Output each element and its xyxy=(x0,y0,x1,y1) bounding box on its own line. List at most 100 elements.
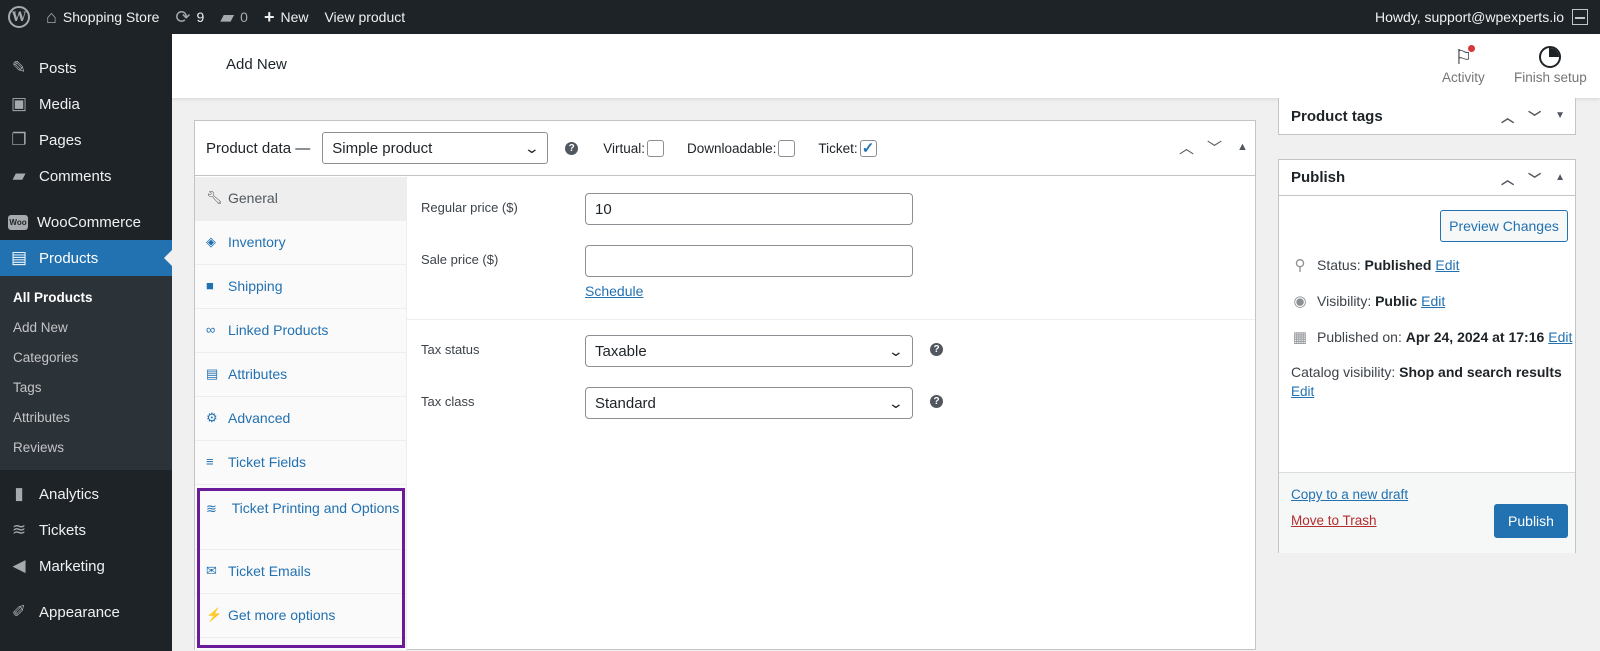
tab-ticket-printing[interactable]: ≋ Ticket Printing and Options xyxy=(195,485,406,550)
sidebar-item-label: Appearance xyxy=(39,603,120,621)
sidebar-item-products[interactable]: ▤ Products xyxy=(0,240,172,276)
product-data-header: Product data — Simple product ⌄ ? Virtua… xyxy=(195,121,1255,176)
publish-button[interactable]: Publish xyxy=(1494,504,1568,538)
view-product-label: View product xyxy=(324,9,406,25)
product-type-select[interactable]: Simple product ⌄ xyxy=(322,132,549,164)
tax-status-help-icon[interactable]: ? xyxy=(930,343,943,356)
sidebar-item-comments[interactable]: ▰ Comments xyxy=(0,158,172,194)
tab-label: Inventory xyxy=(228,234,286,250)
updates-link[interactable]: ⟳ 9 xyxy=(167,0,212,34)
publish-title: Publish xyxy=(1291,169,1346,186)
sidebar-item-pages[interactable]: ❐ Pages xyxy=(0,122,172,158)
product-tags-header[interactable]: Product tags ︿ ﹀ ▼ xyxy=(1279,98,1575,134)
downloadable-label: Downloadable: xyxy=(687,140,777,156)
product-data-title: Product data — xyxy=(206,139,311,157)
tickets-icon: ≋ xyxy=(11,520,27,539)
tab-ticket-emails[interactable]: ✉ Ticket Emails xyxy=(195,550,406,594)
submenu-tags[interactable]: Tags xyxy=(0,373,172,403)
sale-price-input[interactable] xyxy=(585,245,913,277)
home-icon: ⌂ xyxy=(46,7,57,27)
product-data-box: Product data — Simple product ⌄ ? Virtua… xyxy=(194,120,1256,650)
edit-catalog-visibility-link[interactable]: Edit xyxy=(1291,384,1314,399)
wrench-icon: 🔧︎ xyxy=(206,190,223,205)
submenu-reviews[interactable]: Reviews xyxy=(0,433,172,463)
ticket-label: Ticket: xyxy=(818,140,858,156)
submenu-attributes[interactable]: Attributes xyxy=(0,403,172,433)
move-up-icon[interactable]: ︿ xyxy=(1179,137,1194,158)
page-header: Add New ⚐ Activity Finish setup xyxy=(172,34,1600,98)
finish-setup-button[interactable]: Finish setup xyxy=(1514,44,1587,85)
edit-visibility-link[interactable]: Edit xyxy=(1421,293,1445,309)
help-icon[interactable]: ? xyxy=(565,141,579,155)
finish-setup-label: Finish setup xyxy=(1514,70,1587,85)
tab-label: Ticket Fields xyxy=(228,454,307,470)
tab-general[interactable]: 🔧︎ General xyxy=(195,177,406,221)
visibility-row: ◉ Visibility: Public Edit xyxy=(1291,292,1445,310)
tax-status-select[interactable]: Taxable ⌄ xyxy=(585,335,913,367)
tab-advanced[interactable]: ⚙ Advanced xyxy=(195,397,406,441)
my-account-link[interactable]: Howdy, support@wpexperts.io xyxy=(1367,0,1564,34)
check-icon: ✓ xyxy=(861,140,875,157)
tab-ticket-fields[interactable]: ≡ Ticket Fields xyxy=(195,441,406,485)
catalog-visibility-row: Catalog visibility: Shop and search resu… xyxy=(1291,364,1562,380)
publish-header[interactable]: Publish ︿ ﹀ ▲ xyxy=(1279,160,1575,196)
virtual-checkbox[interactable] xyxy=(647,139,665,157)
howdy-label: Howdy, support@wpexperts.io xyxy=(1374,9,1564,25)
submenu-add-new[interactable]: Add New xyxy=(0,313,172,343)
envelope-icon: ✉ xyxy=(206,563,217,578)
regular-price-input[interactable]: 10 xyxy=(585,193,913,225)
pin-icon: ✎ xyxy=(11,58,27,77)
move-up-icon[interactable]: ︿ xyxy=(1501,169,1514,188)
collapse-toggle-icon[interactable]: ▲ xyxy=(1555,169,1565,188)
move-down-icon[interactable]: ﹀ xyxy=(1528,169,1541,188)
menu-lines-icon: ≡ xyxy=(206,454,214,469)
product-type-value: Simple product xyxy=(332,139,433,157)
site-name-link[interactable]: ⌂ Shopping Store xyxy=(38,0,167,34)
tab-inventory[interactable]: ◈ Inventory xyxy=(195,221,406,265)
plug-icon: ⚡ xyxy=(206,607,223,622)
sidebar-item-woocommerce[interactable]: Woo WooCommerce xyxy=(0,204,172,240)
sidebar-item-marketing[interactable]: ◀ Marketing xyxy=(0,548,172,584)
sidebar-item-media[interactable]: ▣ Media xyxy=(0,86,172,122)
move-down-icon[interactable]: ﹀ xyxy=(1528,107,1541,126)
move-down-icon[interactable]: ﹀ xyxy=(1207,137,1222,158)
move-to-trash-link[interactable]: Move to Trash xyxy=(1291,513,1377,528)
edit-date-link[interactable]: Edit xyxy=(1548,329,1572,345)
view-product-link[interactable]: View product xyxy=(316,0,413,34)
sidebar-item-appearance[interactable]: ✐ Appearance xyxy=(0,594,172,630)
new-content-link[interactable]: + New xyxy=(256,0,317,34)
wordpress-logo-button[interactable]: W xyxy=(0,0,38,34)
preview-changes-button[interactable]: Preview Changes xyxy=(1440,210,1568,242)
schedule-link[interactable]: Schedule xyxy=(585,283,643,299)
expand-toggle-icon[interactable]: ▼ xyxy=(1555,107,1565,126)
move-up-icon[interactable]: ︿ xyxy=(1501,107,1514,126)
submenu-all-products[interactable]: All Products xyxy=(0,283,172,313)
tab-get-more-options[interactable]: ⚡ Get more options xyxy=(195,594,406,638)
printer-stack-icon: ≋ xyxy=(206,501,217,516)
tab-label: Advanced xyxy=(228,410,291,426)
collapse-toggle-icon[interactable]: ▲ xyxy=(1237,141,1248,153)
submenu-categories[interactable]: Categories xyxy=(0,343,172,373)
tax-status-value: Taxable xyxy=(595,342,647,360)
copy-to-draft-link[interactable]: Copy to a new draft xyxy=(1291,487,1408,502)
downloadable-checkbox[interactable] xyxy=(778,139,796,157)
ticket-checkbox[interactable]: ✓ xyxy=(859,139,877,157)
activity-button[interactable]: ⚐ Activity xyxy=(1442,44,1485,85)
sidebar-item-analytics[interactable]: ▮ Analytics xyxy=(0,476,172,512)
tab-linked-products[interactable]: ∞ Linked Products xyxy=(195,309,406,353)
sidebar-item-posts[interactable]: ✎ Posts xyxy=(0,50,172,86)
comments-link[interactable]: ▰ 0 xyxy=(212,0,256,34)
avatar[interactable] xyxy=(1572,9,1588,25)
sidebar-item-label: Comments xyxy=(39,167,112,185)
pin-icon: ⚲ xyxy=(1294,257,1306,274)
edit-status-link[interactable]: Edit xyxy=(1435,257,1459,273)
tax-class-help-icon[interactable]: ? xyxy=(930,395,943,408)
tax-class-select[interactable]: Standard ⌄ xyxy=(585,387,913,419)
new-label: New xyxy=(280,9,309,25)
admin-bar: W ⌂ Shopping Store ⟳ 9 ▰ 0 + New View pr… xyxy=(0,0,1600,34)
section-divider xyxy=(407,319,1255,320)
comments-count: 0 xyxy=(240,9,248,25)
sidebar-item-tickets[interactable]: ≋ Tickets xyxy=(0,512,172,548)
tab-shipping[interactable]: ■ Shipping xyxy=(195,265,406,309)
tab-attributes[interactable]: ▤ Attributes xyxy=(195,353,406,397)
